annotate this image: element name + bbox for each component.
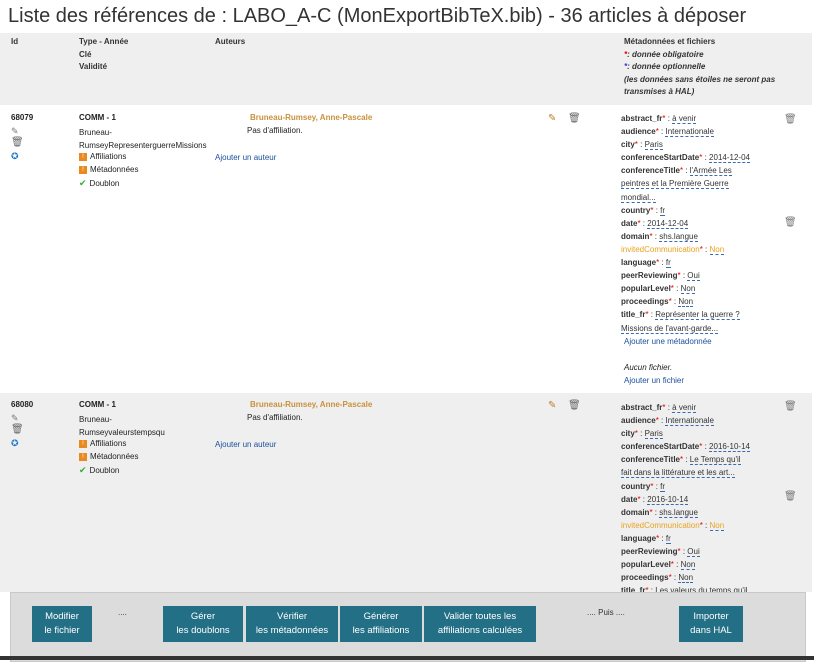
- check-icon: ✔: [79, 178, 87, 188]
- validity-metadata: ! Métadonnées: [79, 452, 138, 461]
- warning-icon: !: [79, 452, 87, 461]
- header-meta: Métadonnées et fichiers *: donnée obliga…: [624, 36, 775, 99]
- trash-icon[interactable]: 🗑: [784, 114, 797, 125]
- add-author-link[interactable]: Ajouter un auteur: [215, 440, 276, 449]
- add-file-link[interactable]: Ajouter un fichier: [621, 374, 750, 387]
- author-name[interactable]: Bruneau-Rumsey, Anne-Pascale: [250, 113, 372, 122]
- metadata-list: abstract_fr* : à venir audience* : Inter…: [621, 112, 750, 387]
- add-author-link[interactable]: Ajouter un auteur: [215, 153, 276, 162]
- record-type: COMM - 1: [79, 113, 116, 122]
- legend-note-2: transmises à HAL): [624, 87, 695, 96]
- affiliation-text: Pas d'affiliation.: [247, 126, 303, 135]
- warning-icon: !: [79, 165, 87, 174]
- trash-icon[interactable]: 🗑: [784, 491, 797, 502]
- record-key: Bruneau- RumseyRepresenterguerreMissions: [79, 128, 207, 150]
- affiliation-text: Pas d'affiliation.: [247, 413, 303, 422]
- trash-icon[interactable]: 🗑: [11, 425, 24, 435]
- header-type-line2: Clé: [79, 49, 92, 59]
- check-metadata-button[interactable]: Vérifier les métadonnées: [246, 606, 338, 642]
- trash-icon[interactable]: 🗑: [784, 401, 797, 412]
- window-bottom-edge: [0, 656, 814, 660]
- hal-icon[interactable]: ✪: [11, 438, 21, 448]
- record-row: 68079 ✎ 🗑 ✪ COMM - 1 Bruneau- RumseyRepr…: [0, 106, 812, 393]
- warning-icon: !: [79, 439, 87, 448]
- metadata-list: abstract_fr* : à venir audience* : Inter…: [621, 403, 750, 597]
- delete-author-icon[interactable]: 🗑: [568, 113, 581, 124]
- record-id: 68079: [11, 113, 34, 122]
- legend-required: *: donnée obligatoire: [624, 49, 704, 59]
- separator-dots: ....: [118, 608, 127, 617]
- header-id: Id: [11, 37, 19, 46]
- edit-author-icon[interactable]: ✎: [548, 113, 556, 124]
- header-authors: Auteurs: [215, 37, 246, 46]
- legend-note-1: (les données sans étoiles ne seront pas: [624, 74, 776, 84]
- manage-duplicates-button[interactable]: Gérer les doublons: [163, 606, 243, 642]
- trash-icon[interactable]: 🗑: [784, 217, 797, 228]
- author-name[interactable]: Bruneau-Rumsey, Anne-Pascale: [250, 400, 372, 409]
- header-meta-title: Métadonnées et fichiers: [624, 37, 716, 46]
- record-type: COMM - 1: [79, 400, 116, 409]
- header-type: Type - Année Clé Validité: [79, 36, 128, 74]
- edit-icon[interactable]: ✎: [11, 126, 21, 136]
- validate-affiliations-button[interactable]: Valider toutes les affiliations calculées: [424, 606, 536, 642]
- edit-icon[interactable]: ✎: [11, 413, 21, 423]
- validity-affiliations: ! Affiliations: [79, 439, 126, 448]
- then-text: .... Puis ....: [587, 608, 625, 617]
- warning-icon: !: [79, 152, 87, 161]
- legend-optional: *: donnée optionnelle: [624, 62, 706, 71]
- validity-duplicate: ✔ Doublon: [79, 178, 120, 188]
- edit-author-icon[interactable]: ✎: [548, 400, 556, 411]
- record-row: 68080 ✎ 🗑 ✪ COMM - 1 Bruneau- Rumseyvale…: [0, 393, 812, 597]
- page-title: Liste des références de : LABO_A-C (MonE…: [8, 5, 747, 27]
- no-file-text: Aucun fichier.: [624, 362, 673, 372]
- record-id: 68080: [11, 400, 34, 409]
- delete-author-icon[interactable]: 🗑: [568, 400, 581, 411]
- record-key: Bruneau- Rumseyvaleurstempsqu: [79, 415, 165, 437]
- hal-icon[interactable]: ✪: [11, 151, 21, 161]
- header-type-line3: Validité: [79, 62, 108, 71]
- table-header: Id Type - Année Clé Validité Auteurs Mét…: [0, 33, 812, 105]
- action-toolbar: Modifier le fichier .... Gérer les doublon…: [10, 592, 806, 662]
- check-icon: ✔: [79, 465, 87, 475]
- generate-affiliations-button[interactable]: Générer les affiliations: [340, 606, 422, 642]
- validity-affiliations: ! Affiliations: [79, 152, 126, 161]
- validity-metadata: ! Métadonnées: [79, 165, 138, 174]
- header-type-line1: Type - Année: [79, 37, 129, 46]
- add-metadata-link[interactable]: Ajouter une métadonnée: [621, 335, 750, 348]
- trash-icon[interactable]: 🗑: [11, 138, 24, 148]
- validity-duplicate: ✔ Doublon: [79, 465, 120, 475]
- modify-file-button[interactable]: Modifier le fichier: [32, 606, 92, 642]
- import-hal-button[interactable]: Importer dans HAL: [679, 606, 743, 642]
